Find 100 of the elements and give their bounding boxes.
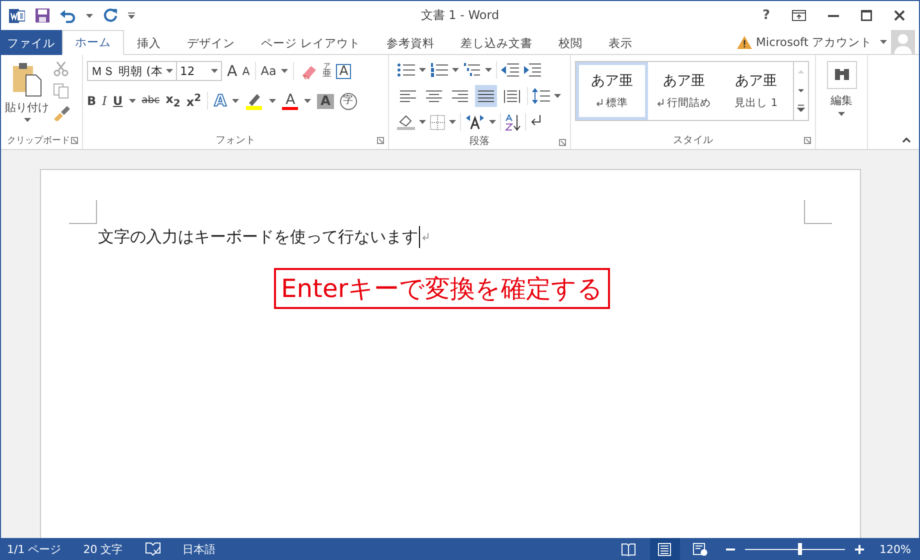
align-icon: [426, 90, 442, 102]
clipboard-icon: [12, 61, 42, 97]
language-label[interactable]: 日本語: [182, 542, 216, 556]
caret-icon[interactable]: [304, 99, 312, 103]
caret-icon: [281, 69, 288, 73]
style-item[interactable]: あア亜 見出し 1: [720, 62, 792, 120]
format-button[interactable]: I: [102, 95, 107, 107]
style-item[interactable]: あア亜 行間詰め: [648, 62, 720, 120]
sort-icon[interactable]: [505, 114, 521, 130]
group-label: スタイル: [673, 134, 713, 147]
increase-indent-icon[interactable]: [523, 63, 541, 77]
zoom-level[interactable]: 120%: [880, 542, 911, 556]
caret-icon[interactable]: [232, 99, 240, 103]
align-icon: [400, 90, 416, 102]
style-preview: あア亜: [663, 72, 705, 90]
shrink-font-button[interactable]: A: [242, 66, 250, 76]
ribbon-tab[interactable]: 差し込み文書: [448, 30, 546, 55]
character-border-button[interactable]: A: [336, 64, 352, 78]
font-size-field[interactable]: 12: [176, 61, 222, 81]
font-color-button[interactable]: A: [282, 92, 298, 110]
format-button[interactable]: abc: [142, 96, 160, 106]
launcher-icon[interactable]: [377, 137, 384, 144]
borders-icon[interactable]: [430, 114, 445, 130]
globe-page-icon: [693, 542, 708, 556]
multilevel-list-icon[interactable]: [463, 63, 481, 77]
paste-button[interactable]: 貼り付け: [5, 59, 49, 131]
help-button[interactable]: ?: [762, 8, 770, 23]
bullet-list-icon[interactable]: [397, 63, 415, 77]
shading-icon[interactable]: [397, 114, 415, 130]
change-case-button[interactable]: Aa: [260, 65, 276, 77]
view-button[interactable]: [650, 538, 680, 560]
caret-icon: [419, 68, 426, 72]
close-icon[interactable]: [894, 10, 905, 21]
caret-icon: [419, 120, 426, 124]
word-logo-icon[interactable]: [9, 8, 25, 24]
style-name: 行間詰め: [667, 96, 711, 110]
zoom-in-icon[interactable]: [854, 544, 864, 554]
decrease-indent-icon[interactable]: [501, 63, 519, 77]
style-preview: あア亜: [591, 72, 633, 90]
ribbon-tab[interactable]: デザイン: [174, 30, 248, 55]
style-item[interactable]: あア亜 標準: [576, 62, 648, 120]
style-name: 標準: [606, 96, 628, 110]
numbered-list-icon[interactable]: [430, 63, 448, 77]
align-icon: [452, 90, 468, 102]
word-count[interactable]: 20 文字: [83, 542, 123, 556]
format-button[interactable]: x$^{2}$: [186, 94, 202, 108]
crop-mark-icon: [804, 200, 832, 224]
editing-button[interactable]: 編集: [830, 93, 852, 108]
book-icon: [621, 542, 636, 556]
format-button[interactable]: U: [112, 95, 123, 107]
caret-icon: [554, 94, 561, 98]
caret-icon: [880, 40, 887, 44]
minimize-icon[interactable]: [828, 14, 839, 16]
ribbon-tab[interactable]: ホーム: [62, 30, 124, 55]
caret-icon: [489, 120, 496, 124]
format-button[interactable]: x$_{2}$: [166, 92, 180, 110]
launcher-icon[interactable]: [71, 137, 78, 144]
align-icon: [478, 90, 494, 102]
ribbon-tab[interactable]: ページ レイアウト: [248, 30, 374, 55]
caret-icon: [838, 112, 845, 116]
maximize-icon[interactable]: [861, 10, 872, 21]
ribbon-tab[interactable]: 表示: [596, 30, 646, 55]
text-cursor-icon: [419, 226, 421, 248]
caret-icon[interactable]: [269, 99, 276, 103]
enclose-character-button[interactable]: 字: [340, 92, 357, 110]
zoom-slider[interactable]: [744, 543, 845, 555]
customize-icon[interactable]: [128, 12, 135, 19]
account-button[interactable]: Microsoft アカウント: [756, 34, 876, 50]
proofing-icon[interactable]: [144, 542, 161, 556]
file-tab[interactable]: ファイル: [1, 30, 62, 55]
highlighter-icon[interactable]: [245, 92, 264, 110]
return-mark-icon: [422, 233, 429, 241]
format-button[interactable]: B: [87, 95, 96, 107]
align-button[interactable]: [475, 85, 497, 107]
font-name-field[interactable]: ＭＳ 明朝 (本: [87, 61, 177, 81]
ribbon-tab[interactable]: 校閲: [546, 30, 596, 55]
ribbon-tab[interactable]: 挿入: [124, 30, 174, 55]
grow-font-button[interactable]: A: [227, 64, 238, 78]
page-count[interactable]: 1/1 ページ: [7, 542, 62, 556]
launcher-icon[interactable]: [559, 139, 566, 146]
text-effect-button[interactable]: A: [214, 93, 226, 109]
group-label: 段落: [470, 134, 490, 148]
ribbon-tab[interactable]: 参考資料: [374, 30, 448, 55]
collapse-ribbon-icon[interactable]: [902, 137, 911, 143]
caret-icon: [449, 120, 456, 124]
align-icon: [504, 90, 520, 102]
launcher-icon[interactable]: [804, 137, 811, 144]
style-preview: あア亜: [735, 72, 777, 90]
undo-icon[interactable]: [60, 8, 76, 22]
ribbon-display-icon[interactable]: [792, 10, 806, 21]
line-spacing-icon[interactable]: [532, 88, 550, 104]
body-text: 文字の入力はキーボードを使って行ないます: [98, 226, 418, 248]
caret-icon[interactable]: [128, 99, 136, 103]
brush-icon[interactable]: [53, 105, 71, 121]
warning-icon: [737, 36, 752, 48]
caret-icon: [24, 118, 30, 122]
character-shading-button[interactable]: A: [317, 94, 334, 108]
asian-layout-icon[interactable]: [465, 114, 485, 130]
redo-icon[interactable]: [103, 8, 118, 23]
save-icon[interactable]: [35, 8, 50, 23]
